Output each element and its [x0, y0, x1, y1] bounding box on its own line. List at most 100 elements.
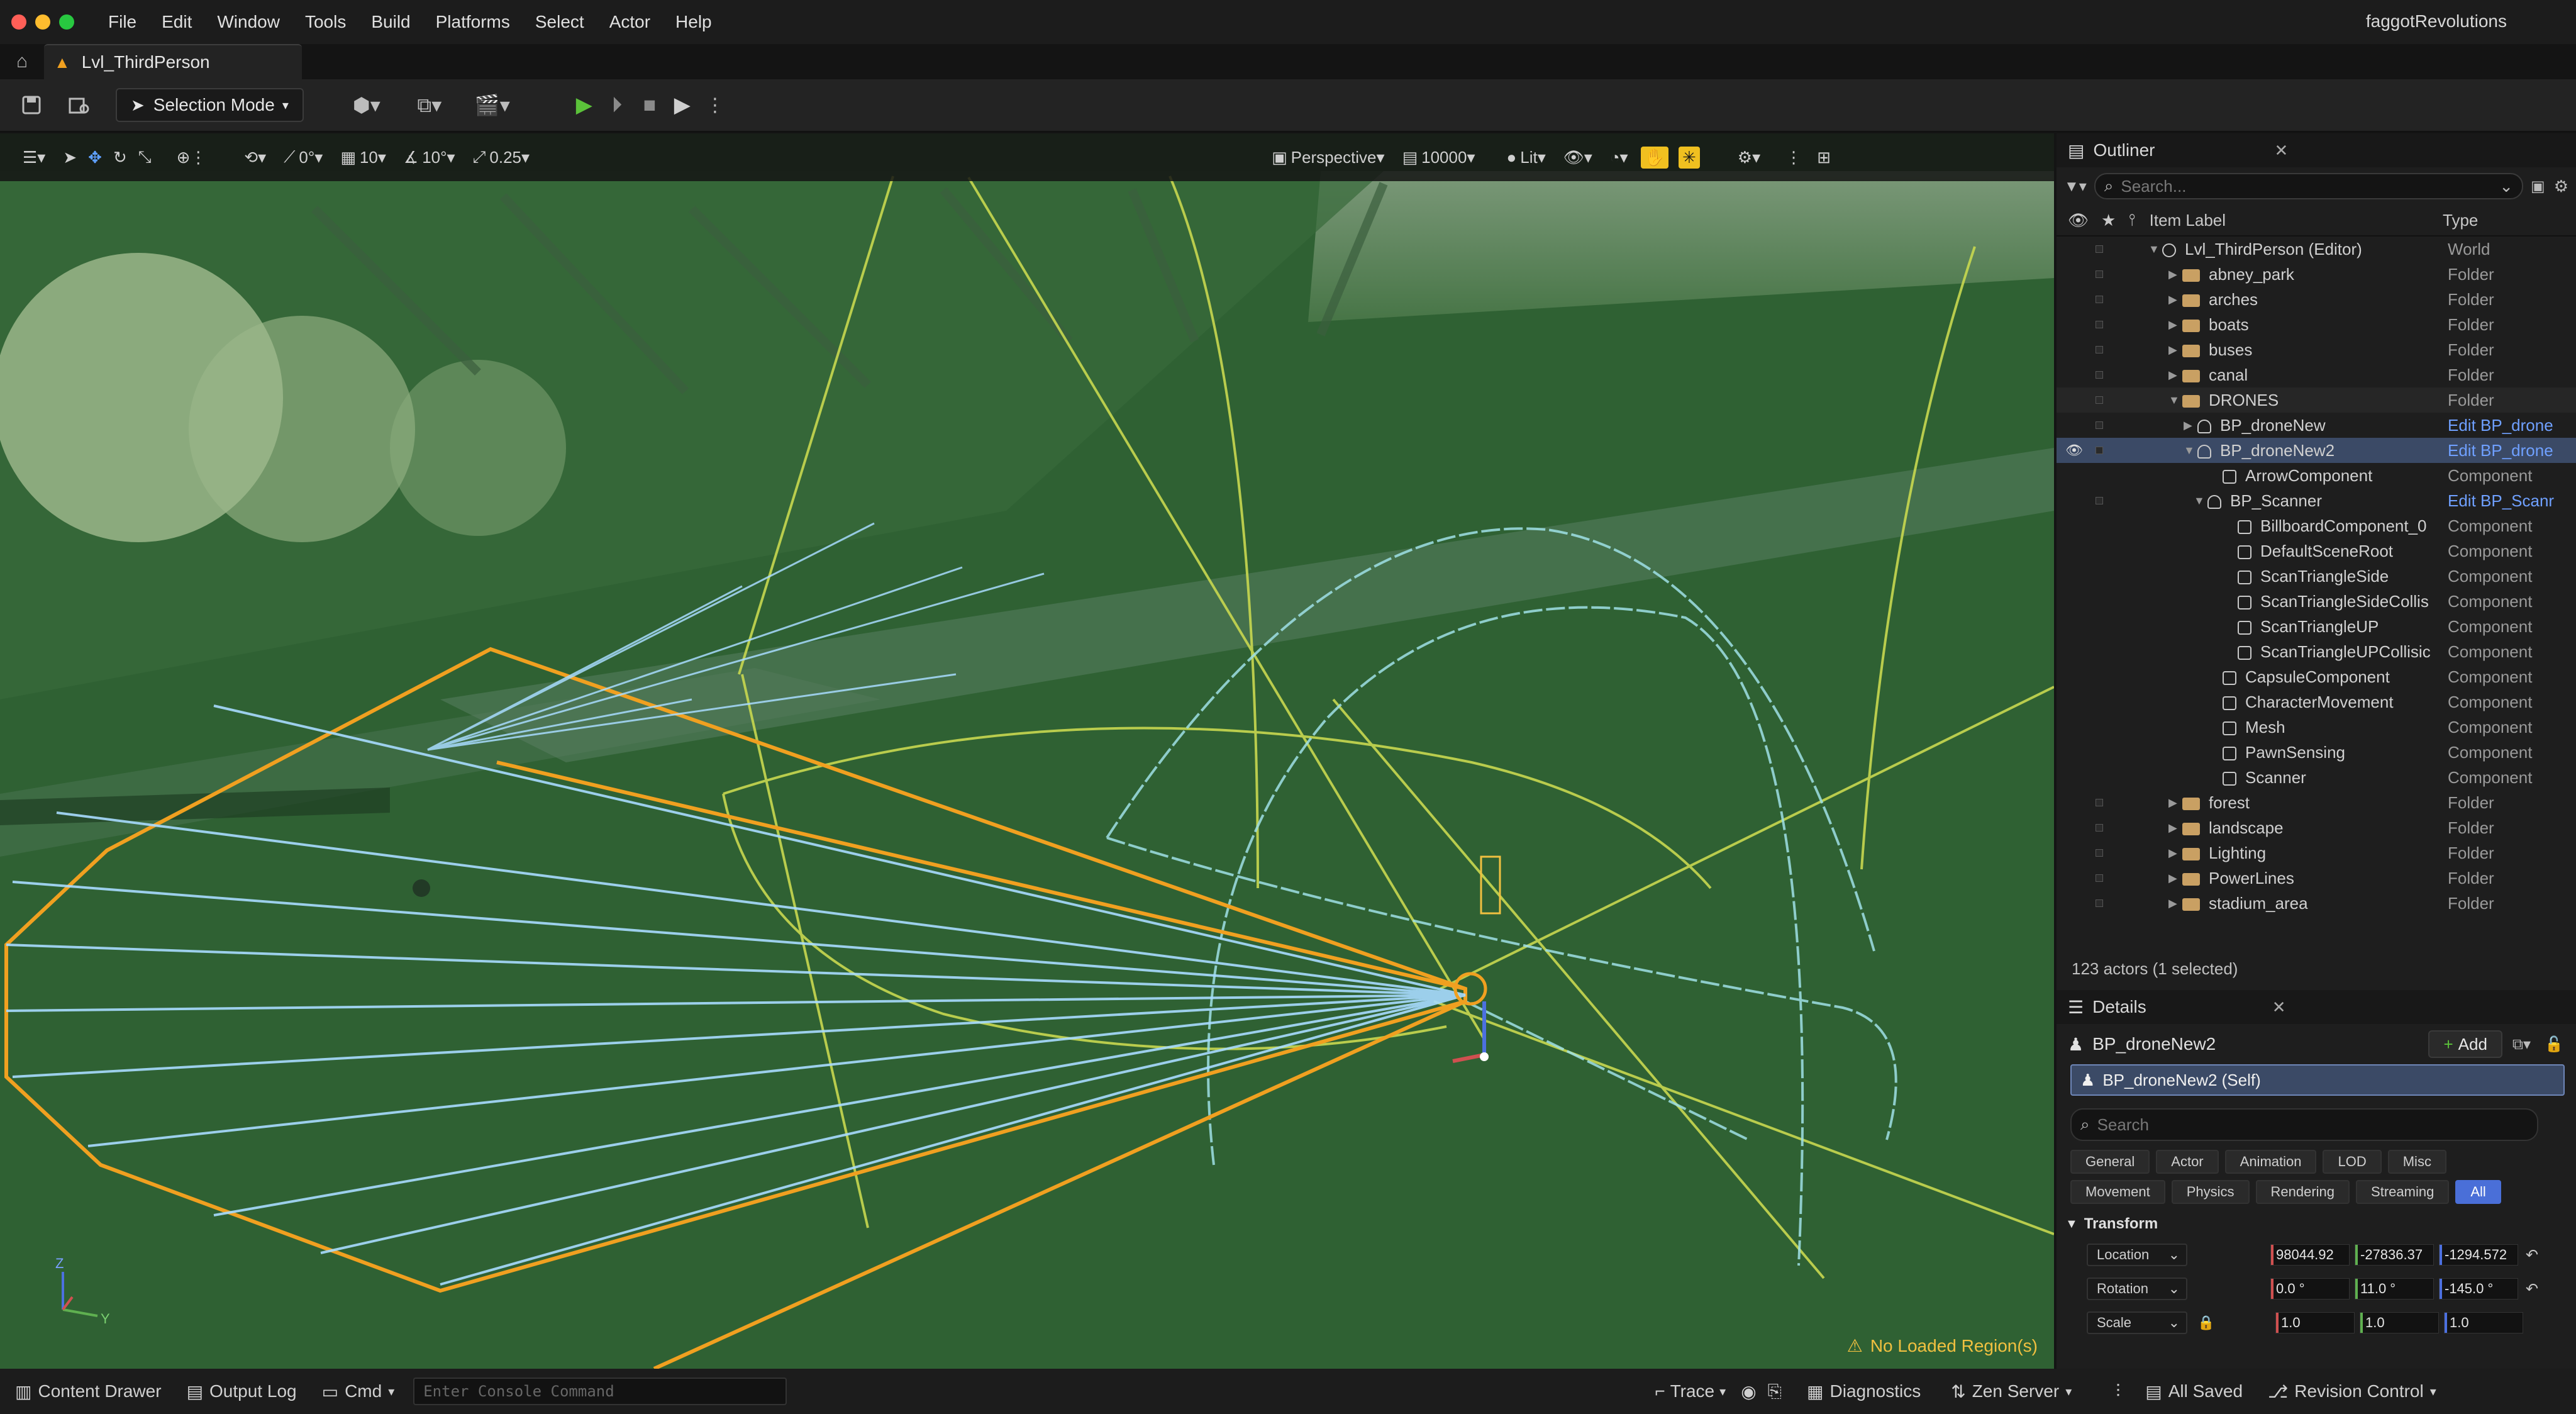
screenshot-icon[interactable]: ⎘ — [1768, 1381, 1782, 1402]
collapse-arrow-icon[interactable]: ▼ — [2148, 243, 2160, 256]
console-command-input[interactable]: Enter Console Command — [413, 1378, 787, 1405]
cinematics-icon[interactable]: 🎬▾ — [467, 87, 518, 123]
outliner-folder-row[interactable]: ▶ boats Folder — [2057, 312, 2576, 337]
category-filter-misc[interactable]: Misc — [2387, 1150, 2446, 1174]
category-filter-physics[interactable]: Physics — [2171, 1180, 2250, 1204]
scale-tool-icon[interactable]: ⤡ — [138, 147, 152, 167]
pin-toggle[interactable] — [2096, 497, 2103, 504]
location-y-field[interactable]: -27836.37 — [2355, 1244, 2434, 1266]
viewport-more-icon[interactable]: ⋮ — [1785, 148, 1802, 167]
perspective-dropdown[interactable]: ▣ Perspective ▾ — [1272, 148, 1384, 167]
platforms-play-button[interactable]: ▶ — [666, 89, 699, 121]
outliner-component-row[interactable]: BillboardComponent_0 Component — [2057, 513, 2576, 538]
details-tab[interactable]: ☰ Details ✕ — [2057, 990, 2576, 1024]
pin-toggle[interactable] — [2096, 270, 2103, 278]
outliner-folder-row[interactable]: ▶ buses Folder — [2057, 337, 2576, 362]
pin-toggle[interactable] — [2096, 447, 2103, 454]
outliner-actor-row[interactable]: 👁 ▼ BP_droneNew2 Edit BP_drone — [2057, 438, 2576, 463]
viewport-layout-icon[interactable]: ⊞ — [1817, 148, 1831, 167]
transform-options-icon[interactable]: ⊕⋮ — [177, 148, 207, 167]
outliner-actor-row[interactable]: ▶ BP_droneNew Edit BP_drone — [2057, 413, 2576, 438]
outliner-folder-row[interactable]: ▶ canal Folder — [2057, 362, 2576, 387]
show-flags-dropdown[interactable]: 👁▾ — [1563, 148, 1592, 167]
pin-toggle[interactable] — [2096, 849, 2103, 857]
home-icon[interactable]: ⌂ — [0, 44, 44, 79]
pin-toggle[interactable] — [2096, 396, 2103, 404]
blueprint-icon[interactable]: ⧉▾ — [404, 87, 455, 123]
pin-toggle[interactable] — [2096, 824, 2103, 832]
outliner-component-row[interactable]: DefaultSceneRoot Component — [2057, 538, 2576, 564]
item-label-column[interactable]: Item Label — [2150, 211, 2226, 230]
category-filter-actor[interactable]: Actor — [2156, 1150, 2219, 1174]
outliner-actor-row[interactable]: ▼ BP_Scanner Edit BP_Scanr — [2057, 488, 2576, 513]
pin-toggle[interactable] — [2096, 874, 2103, 882]
pin-toggle[interactable] — [2096, 296, 2103, 303]
viewport-options-dropdown[interactable]: ☰▾ — [23, 148, 45, 167]
blueprint-options-icon[interactable]: ⧉▾ — [2512, 1035, 2531, 1054]
outliner-folder-row[interactable]: ▶ PowerLines Folder — [2057, 866, 2576, 891]
menu-file[interactable]: File — [108, 12, 136, 32]
add-component-button[interactable]: + Add — [2428, 1030, 2502, 1058]
scale-y-field[interactable]: 1.0 — [2360, 1312, 2439, 1333]
pin-column-icon[interactable]: ★ — [2101, 211, 2116, 230]
reset-rotation-icon[interactable]: ↶ — [2526, 1280, 2538, 1298]
outliner-component-row[interactable]: ArrowComponent Component — [2057, 463, 2576, 488]
outliner-component-row[interactable]: PawnSensing Component — [2057, 740, 2576, 765]
rotation-dropdown[interactable]: Rotation ⌄ — [2087, 1278, 2187, 1300]
pin-toggle[interactable] — [2096, 371, 2103, 379]
more-options-icon[interactable]: ⋮ — [699, 89, 731, 121]
outliner-component-row[interactable]: ScanTriangleSideCollis Component — [2057, 589, 2576, 614]
visibility-eye-icon[interactable]: 👁 — [2065, 442, 2083, 459]
menu-tools[interactable]: Tools — [305, 12, 346, 32]
close-icon[interactable]: ✕ — [2272, 998, 2286, 1017]
gear-icon[interactable]: ⚙ — [2554, 177, 2568, 196]
expand-arrow-icon[interactable]: ▶ — [2168, 268, 2177, 281]
game-view-toggle-icon[interactable]: ✳ — [1678, 146, 1700, 169]
angle-snap-toggle[interactable]: ∡ 10° ▾ — [404, 148, 455, 167]
outliner-folder-row[interactable]: ▶ arches Folder — [2057, 287, 2576, 312]
outliner-component-row[interactable]: CharacterMovement Component — [2057, 689, 2576, 715]
location-x-field[interactable]: 98044.92 — [2270, 1244, 2350, 1266]
outliner-search-input[interactable]: ⌕ Search... ⌄ — [2094, 173, 2523, 199]
grid-snap-toggle[interactable]: ▦ 10 ▾ — [340, 148, 386, 167]
content-drawer-button[interactable]: ▥ Content Drawer — [15, 1381, 162, 1402]
level-viewport[interactable]: ☰▾ ➤ ✥ ↻ ⤡ ⊕⋮ ⟲▾ ⟋ 0° ▾ ▦ 10 ▾ ∡ 10° ▾ ⤢ 0.25 ▾ … — [0, 133, 2054, 1369]
menu-actor[interactable]: Actor — [609, 12, 650, 32]
details-search-input[interactable]: ⌕ Search — [2070, 1108, 2538, 1141]
minimize-window-button[interactable] — [35, 14, 50, 30]
cmd-dropdown[interactable]: ▭ Cmd ▾ — [322, 1381, 395, 1402]
outliner-component-row[interactable]: CapsuleComponent Component — [2057, 664, 2576, 689]
select-tool-icon[interactable]: ➤ — [63, 148, 77, 167]
diagnostics-button[interactable]: ▦ Diagnostics — [1807, 1381, 1921, 1402]
outliner-component-row[interactable]: Mesh Component — [2057, 715, 2576, 740]
tab-level[interactable]: ▲ Lvl_ThirdPerson — [44, 44, 302, 79]
viewport-settings-dropdown[interactable]: ⚙▾ — [1738, 148, 1760, 167]
expand-arrow-icon[interactable]: ▶ — [2168, 821, 2177, 835]
edit-blueprint-link[interactable]: Edit BP_drone — [2448, 416, 2572, 435]
trace-dropdown[interactable]: ⌐ Trace ▾ — [1655, 1381, 1726, 1401]
category-filter-general[interactable]: General — [2070, 1150, 2150, 1174]
outliner-component-row[interactable]: ScanTriangleSide Component — [2057, 564, 2576, 589]
rotation-y-field[interactable]: 11.0 ° — [2355, 1278, 2434, 1300]
visibility-column-icon[interactable]: 👁 — [2068, 211, 2089, 230]
category-filter-streaming[interactable]: Streaming — [2356, 1180, 2450, 1204]
pin-toggle[interactable] — [2096, 346, 2103, 353]
category-filter-animation[interactable]: Animation — [2224, 1150, 2317, 1174]
edit-blueprint-link[interactable]: Edit BP_Scanr — [2448, 491, 2572, 511]
category-filter-rendering[interactable]: Rendering — [2255, 1180, 2350, 1204]
browse-content-icon[interactable] — [62, 87, 97, 123]
all-saved-button[interactable]: ▤ All Saved — [2145, 1381, 2243, 1402]
outliner-component-row[interactable]: ScanTriangleUP Component — [2057, 614, 2576, 639]
stop-button[interactable]: ■ — [633, 89, 666, 121]
menu-select[interactable]: Select — [535, 12, 584, 32]
menu-help[interactable]: Help — [675, 12, 712, 32]
outliner-folder-row[interactable]: ▶ stadium_area Folder — [2057, 891, 2576, 916]
expand-arrow-icon[interactable]: ▶ — [2168, 872, 2177, 885]
lit-dropdown[interactable]: ● Lit ▾ — [1507, 148, 1546, 167]
save-icon[interactable] — [14, 87, 49, 123]
lock-column-icon[interactable]: ⫯ — [2128, 210, 2135, 230]
outliner-folder-row[interactable]: ▶ forest Folder — [2057, 790, 2576, 815]
outliner-component-row[interactable]: Scanner Component — [2057, 765, 2576, 790]
close-icon[interactable]: ✕ — [2275, 141, 2289, 160]
expand-arrow-icon[interactable]: ▶ — [2168, 293, 2177, 306]
